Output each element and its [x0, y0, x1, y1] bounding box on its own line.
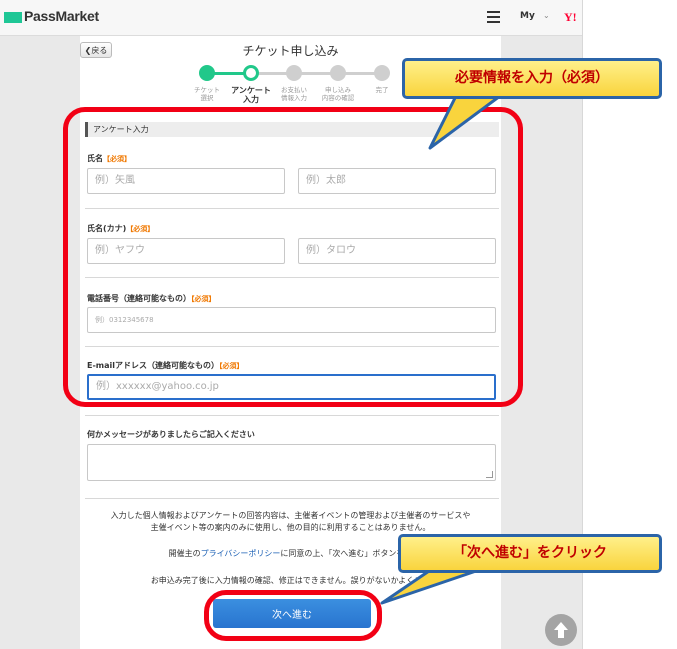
step-label-3: お支払い 情報入力	[270, 86, 318, 102]
privacy-notice-line2: 主催イベント等の案内のみに使用し、他の目的に利用することはありません。	[150, 523, 431, 532]
logo-icon	[4, 12, 22, 23]
step-label-1: チケット 選択	[183, 86, 231, 102]
yahoo-icon[interactable]: Y!	[564, 10, 577, 25]
privacy-policy-link[interactable]: プライバシーポリシー	[201, 549, 281, 558]
required-fields-highlight	[63, 107, 523, 407]
step-label-line: 申し込み	[325, 86, 351, 94]
next-button-highlight	[204, 590, 382, 641]
top-bar: PassMarket My ⌄ Y!	[0, 0, 582, 36]
step-label-4: 申し込み 内容の確認	[314, 86, 362, 102]
screenshot-stage: PassMarket My ⌄ Y! チケット申し込み ❮戻る チケット 選択 アン…	[0, 0, 677, 649]
step-dot-1	[199, 65, 215, 81]
page-title: チケット申し込み	[242, 44, 339, 58]
message-textarea[interactable]	[87, 444, 496, 481]
divider	[85, 498, 499, 499]
step-label-line: 情報入力	[281, 94, 307, 102]
step-dot-3	[286, 65, 302, 81]
callout-required-info: 必要情報を入力（必須）	[402, 58, 662, 99]
message-label: 何かメッセージがありましたらご記入ください	[87, 430, 255, 439]
my-menu[interactable]: My	[520, 11, 535, 21]
step-dot-4	[330, 65, 346, 81]
scroll-to-top-button[interactable]	[545, 614, 577, 646]
step-dot-2	[243, 65, 259, 81]
step-dot-5	[374, 65, 390, 81]
step-label-line: チケット	[194, 86, 220, 94]
resize-handle-icon[interactable]	[486, 471, 493, 478]
final-notice: お申込み完了後に入力情報の確認、修正はできません。誤りがないかよくご確	[150, 576, 431, 585]
step-label-line: お支払い	[281, 86, 307, 94]
arrow-up-icon	[554, 622, 568, 638]
step-label-5: 完了	[358, 86, 406, 94]
step-label-line: 選択	[200, 94, 214, 102]
step-label-2: アンケート 入力	[227, 86, 275, 104]
divider	[85, 415, 499, 416]
privacy-notice-line1: 入力した個人情報およびアンケートの回答内容は、主催者イベントの管理および主催者の…	[110, 511, 471, 520]
step-label-line: アンケート	[231, 86, 271, 95]
menu-icon[interactable]	[487, 11, 500, 23]
chevron-down-icon[interactable]: ⌄	[543, 11, 550, 20]
back-button[interactable]: ❮戻る	[80, 42, 112, 58]
step-label-line: 完了	[375, 86, 389, 94]
logo[interactable]: PassMarket	[24, 8, 99, 24]
step-label-line: 入力	[243, 95, 259, 104]
callout-click-next: 「次へ進む」をクリック	[398, 534, 662, 573]
step-label-line: 内容の確認	[321, 94, 355, 102]
